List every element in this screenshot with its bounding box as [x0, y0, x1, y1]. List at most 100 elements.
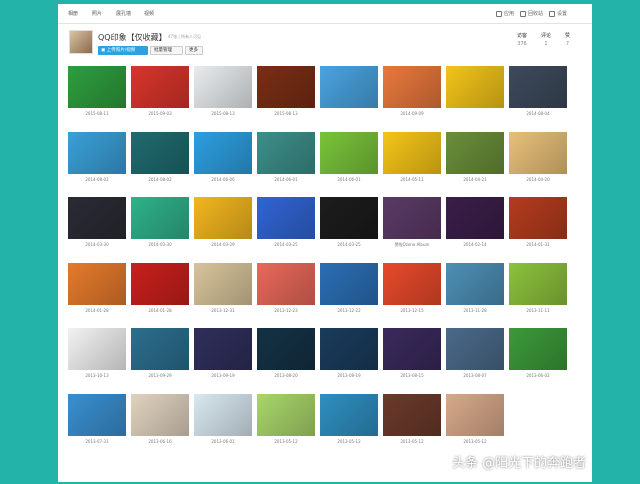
photo-thumbnail[interactable]	[509, 197, 567, 239]
photo-thumbnail[interactable]	[257, 393, 315, 436]
photo-thumbnail[interactable]	[320, 197, 378, 239]
photo-thumbnail[interactable]	[320, 328, 378, 370]
photo-thumbnail[interactable]	[194, 328, 252, 370]
photo-thumbnail[interactable]	[446, 197, 504, 239]
photo-card[interactable]: 2015-08-11	[68, 66, 126, 120]
photo-card[interactable]: 赞啦Qzone Album	[383, 197, 441, 251]
photo-card[interactable]: 2013-06-16	[131, 393, 189, 448]
photo-thumbnail[interactable]	[446, 262, 504, 305]
photo-thumbnail[interactable]	[194, 197, 252, 239]
photo-card[interactable]: 2013-12-31	[194, 262, 252, 317]
photo-thumbnail[interactable]	[509, 328, 567, 370]
photo-thumbnail[interactable]	[257, 131, 315, 174]
photo-card[interactable]: 2013-09-19	[194, 328, 252, 382]
photo-thumbnail[interactable]	[509, 262, 567, 305]
photo-card[interactable]: 2014-06-01	[320, 131, 378, 186]
photo-thumbnail[interactable]	[131, 328, 189, 370]
upload-button[interactable]: ▣ 上传照片/视频	[98, 46, 148, 55]
photo-card[interactable]: 2013-06-02	[509, 328, 567, 382]
photo-thumbnail[interactable]	[131, 66, 189, 108]
photo-card[interactable]: 2013-05-12	[446, 393, 504, 448]
tab-videos[interactable]: 视频	[144, 10, 154, 17]
photo-card[interactable]: 2013-05-12	[257, 393, 315, 448]
photo-thumbnail[interactable]	[194, 66, 252, 108]
photo-card[interactable]: 2014-01-31	[509, 197, 567, 251]
more-button[interactable]: 更多	[185, 46, 203, 55]
photo-card[interactable]: 2014-01-28	[131, 262, 189, 317]
photo-thumbnail[interactable]	[383, 262, 441, 305]
photo-card[interactable]: 2013-12-15	[383, 262, 441, 317]
tab-photos[interactable]: 照片	[92, 10, 102, 17]
photo-thumbnail[interactable]	[68, 393, 126, 436]
batch-manage-button[interactable]: 批量管理	[150, 46, 183, 55]
tab-albums[interactable]: 相册	[68, 10, 78, 17]
photo-card[interactable]: 2014-08-02	[68, 131, 126, 186]
photo-card[interactable]: 2013-08-07	[446, 328, 504, 382]
photo-thumbnail[interactable]	[68, 66, 126, 108]
photo-card[interactable]: 2013-11-11	[509, 262, 567, 317]
photo-thumbnail[interactable]	[257, 262, 315, 305]
photo-card[interactable]: 2013-06-01	[194, 393, 252, 448]
photo-thumbnail[interactable]	[131, 262, 189, 305]
photo-card[interactable]: 2014-01-28	[68, 262, 126, 317]
photo-thumbnail[interactable]	[257, 328, 315, 370]
photo-card[interactable]: 2014-04-21	[446, 131, 504, 186]
photo-card[interactable]: 2013-07-31	[68, 393, 126, 448]
photo-card[interactable]: 2014-03-30	[68, 197, 126, 251]
photo-card[interactable]: 2013-12-22	[320, 262, 378, 317]
photo-card[interactable]: 2014-02-14	[446, 197, 504, 251]
photo-card[interactable]: 2014-05-11	[383, 131, 441, 186]
photo-card[interactable]: 2014-03-29	[194, 197, 252, 251]
apps-button[interactable]: 应用	[496, 10, 514, 17]
photo-thumbnail[interactable]	[131, 393, 189, 436]
photo-thumbnail[interactable]	[446, 66, 504, 108]
photo-card[interactable]: 2014-08-04	[509, 66, 567, 120]
photo-card[interactable]: 2014-03-30	[131, 197, 189, 251]
photo-card[interactable]	[446, 66, 504, 120]
photo-thumbnail[interactable]	[383, 393, 441, 436]
album-cover[interactable]	[69, 30, 93, 54]
photo-card[interactable]: 2013-08-15	[383, 328, 441, 382]
photo-card[interactable]: 2013-08-20	[257, 328, 315, 382]
photo-thumbnail[interactable]	[509, 131, 567, 174]
photo-card[interactable]	[320, 66, 378, 120]
photo-card[interactable]: 2014-03-25	[257, 197, 315, 251]
photo-thumbnail[interactable]	[383, 197, 441, 239]
photo-thumbnail[interactable]	[68, 328, 126, 370]
tab-photo-wall[interactable]: 展孔墙	[116, 10, 131, 17]
photo-card[interactable]: 2014-06-06	[194, 131, 252, 186]
photo-card[interactable]: 2014-06-01	[257, 131, 315, 186]
photo-card[interactable]: 2014-04-20	[509, 131, 567, 186]
photo-thumbnail[interactable]	[320, 66, 378, 108]
photo-card[interactable]: 2013-09-29	[131, 328, 189, 382]
photo-thumbnail[interactable]	[383, 66, 441, 108]
photo-thumbnail[interactable]	[320, 131, 378, 174]
photo-thumbnail[interactable]	[257, 197, 315, 239]
photo-thumbnail[interactable]	[446, 328, 504, 370]
photo-thumbnail[interactable]	[509, 66, 567, 108]
photo-card[interactable]: 2014-03-25	[320, 197, 378, 251]
photo-card[interactable]: 2013-05-12	[383, 393, 441, 448]
photo-thumbnail[interactable]	[68, 262, 126, 305]
photo-thumbnail[interactable]	[194, 393, 252, 436]
photo-thumbnail[interactable]	[446, 131, 504, 174]
photo-card[interactable]: 2013-10-13	[68, 328, 126, 382]
photo-thumbnail[interactable]	[320, 262, 378, 305]
photo-card[interactable]: 2015-09-03	[131, 66, 189, 120]
photo-card[interactable]: 2015-08-13	[194, 66, 252, 120]
photo-card[interactable]: 2013-11-28	[446, 262, 504, 317]
photo-card[interactable]: 2015-08-13	[257, 66, 315, 120]
photo-card[interactable]: 2013-08-19	[320, 328, 378, 382]
photo-thumbnail[interactable]	[68, 197, 126, 239]
photo-card[interactable]: 2013-05-12	[320, 393, 378, 448]
photo-card[interactable]: 2013-12-23	[257, 262, 315, 317]
photo-card[interactable]: 2014-09-09	[383, 66, 441, 120]
photo-thumbnail[interactable]	[194, 131, 252, 174]
photo-thumbnail[interactable]	[131, 131, 189, 174]
photo-card[interactable]: 2014-08-02	[131, 131, 189, 186]
photo-thumbnail[interactable]	[257, 66, 315, 108]
photo-thumbnail[interactable]	[131, 197, 189, 239]
recycle-bin-button[interactable]: 回收站	[520, 10, 543, 17]
photo-thumbnail[interactable]	[194, 262, 252, 305]
settings-button[interactable]: 设置	[549, 10, 567, 17]
